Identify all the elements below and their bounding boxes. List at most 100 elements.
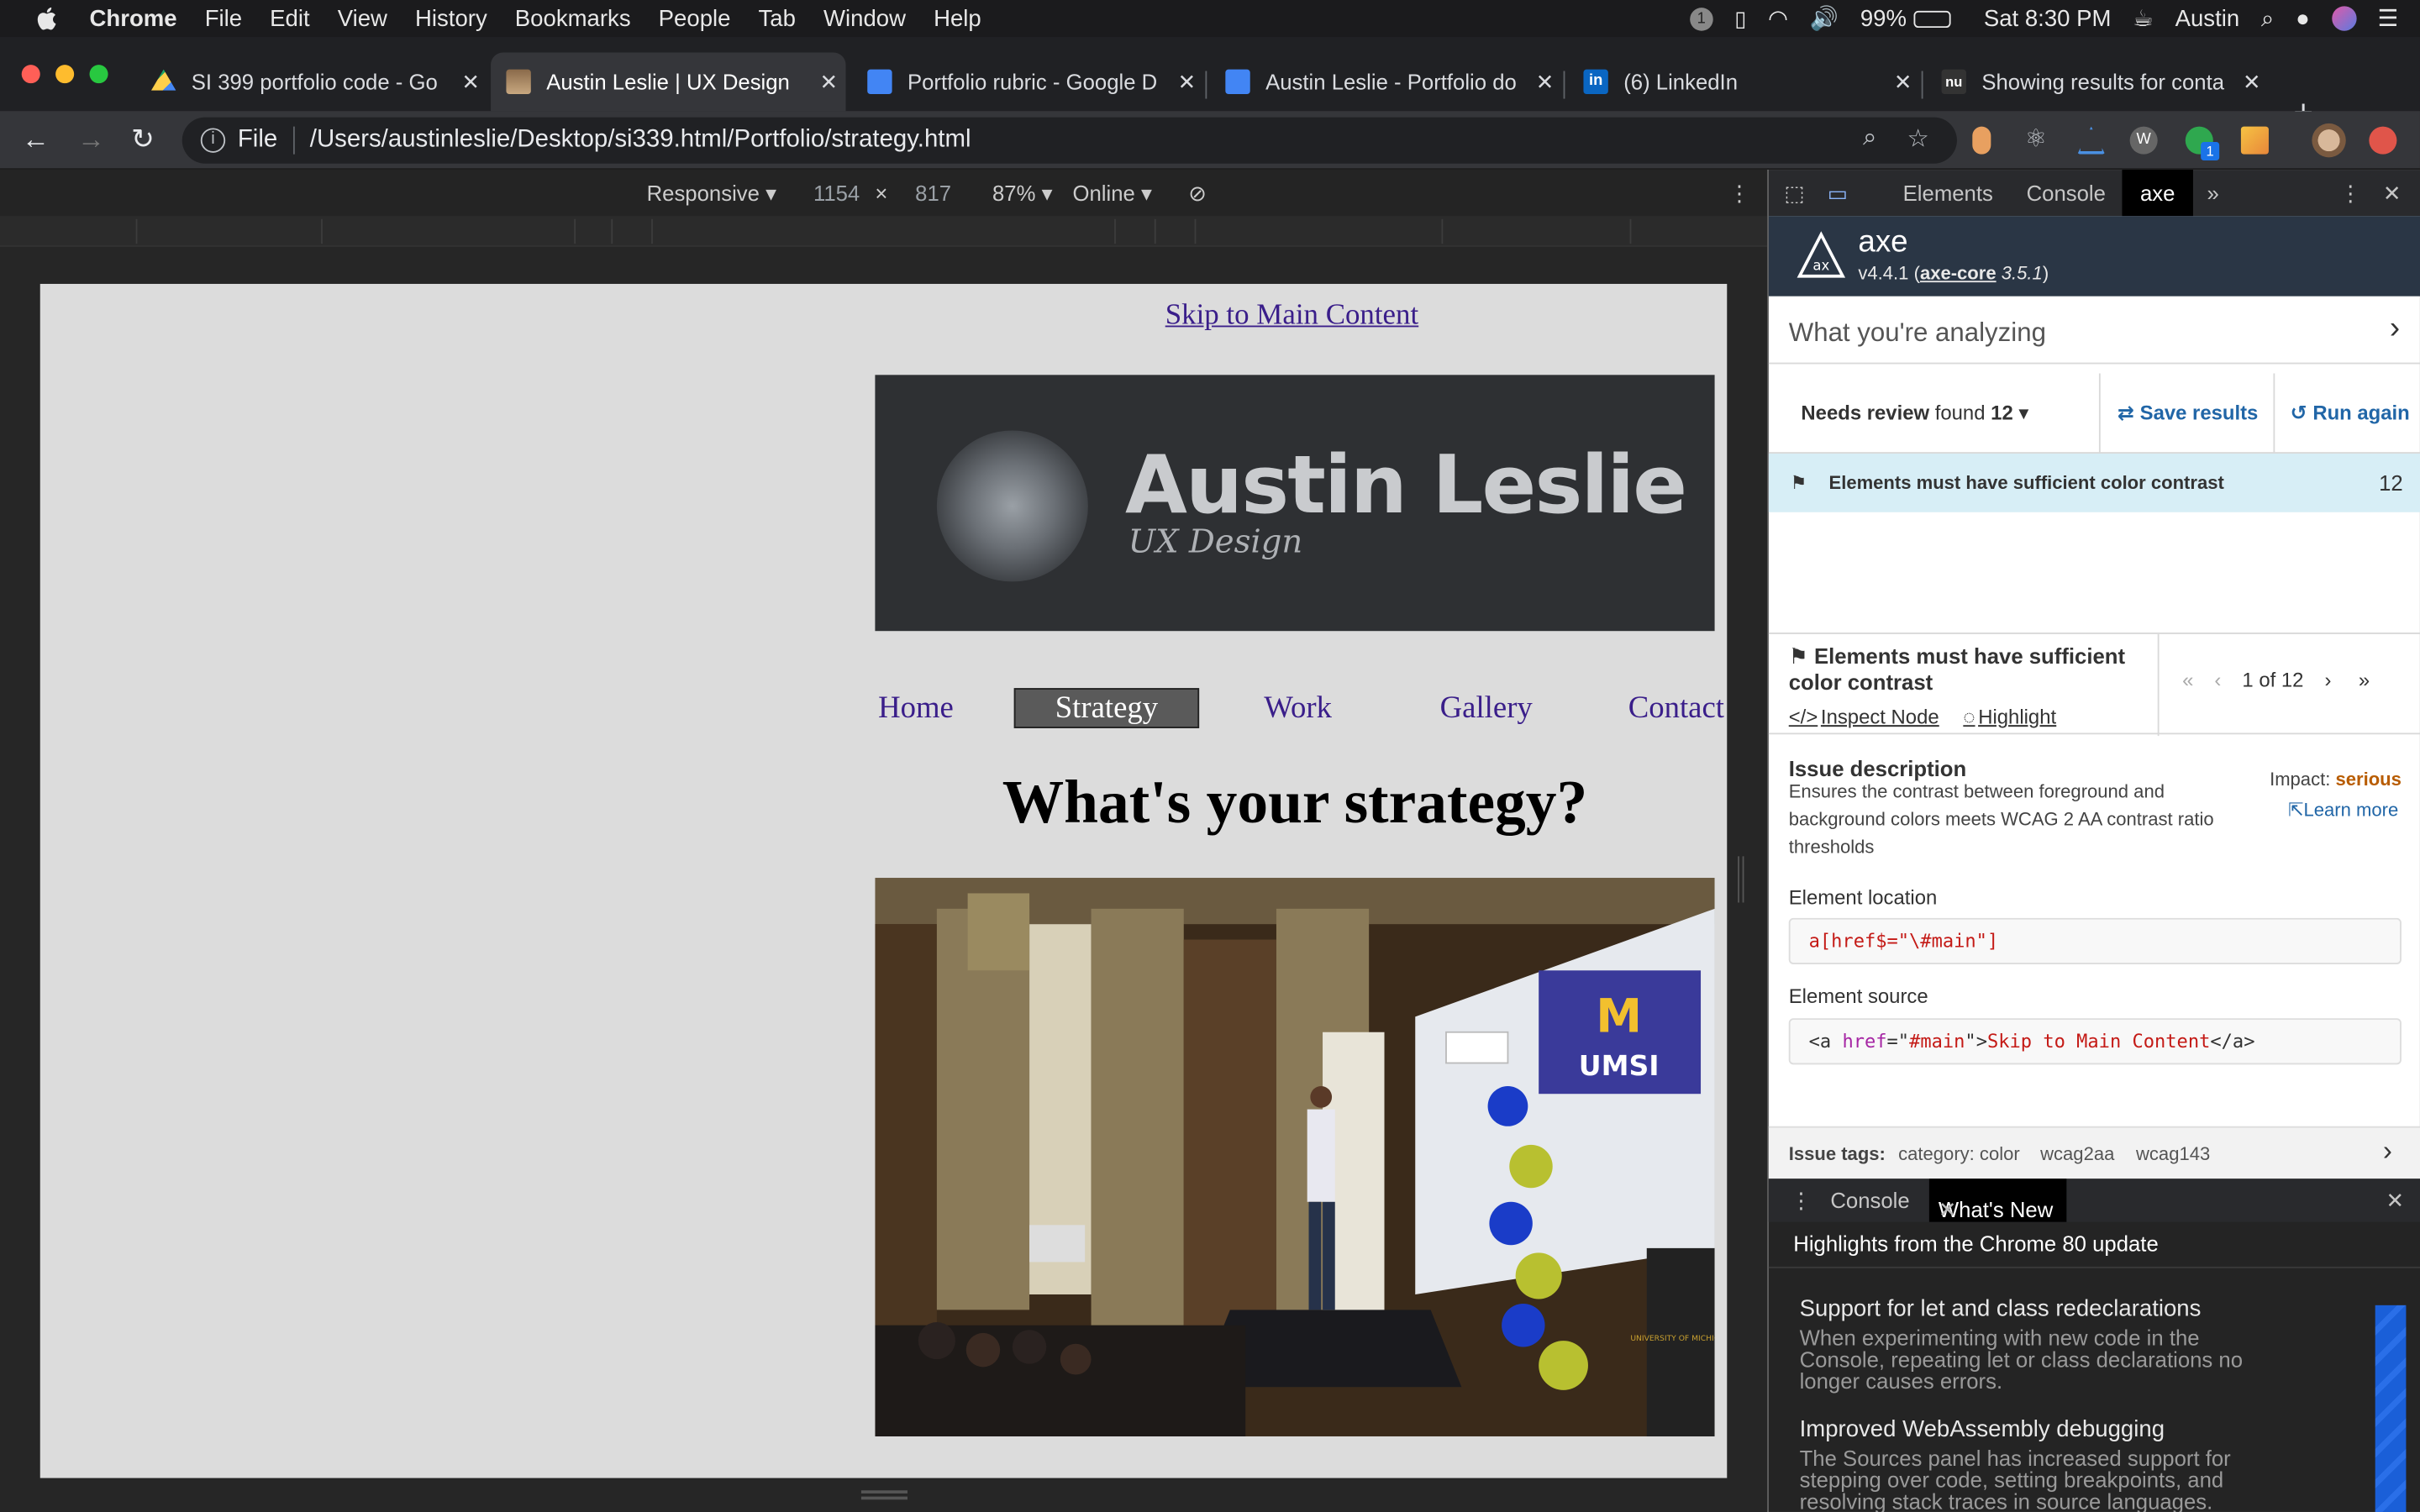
close-tab-icon[interactable]: ✕ xyxy=(1170,69,1203,95)
info-icon[interactable]: i xyxy=(200,128,226,153)
viewport-width-input[interactable]: 1154 xyxy=(813,181,860,205)
menu-view[interactable]: View xyxy=(338,5,387,31)
extension-1-icon[interactable] xyxy=(1972,126,1991,155)
more-tabs-icon[interactable]: » xyxy=(2207,181,2218,205)
dot-icon[interactable]: ● xyxy=(2296,5,2310,31)
menu-tab[interactable]: Tab xyxy=(759,5,796,31)
element-location-code[interactable]: a[href$="\#main"] xyxy=(1788,917,2402,964)
network-throttle-select[interactable]: Online ▾ xyxy=(1073,181,1152,207)
viewport-resize-handle[interactable] xyxy=(860,1490,908,1500)
user-name[interactable]: Austin xyxy=(2175,5,2240,31)
issue-tags-row[interactable]: Issue tags: category: color wcag2aa wcag… xyxy=(1768,1126,2420,1179)
menu-history[interactable]: History xyxy=(415,5,487,31)
axe-core-link[interactable]: axe-core xyxy=(1920,262,1996,284)
reload-icon[interactable]: ↻ xyxy=(131,123,155,156)
tab-portfolio-doc[interactable]: Austin Leslie - Portfolio do ✕ xyxy=(1210,52,1562,111)
drawer-tab-console[interactable]: Console xyxy=(1830,1188,1909,1212)
control-center-icon[interactable]: ☰ xyxy=(2378,5,2399,32)
close-tab-icon[interactable]: ✕ xyxy=(1528,69,1561,95)
wifi-icon[interactable]: ◠ xyxy=(1768,5,1788,32)
next-page-icon[interactable]: › xyxy=(2324,668,2331,691)
zoom-window-button[interactable] xyxy=(89,65,108,84)
first-page-icon[interactable]: « xyxy=(2182,668,2193,691)
menu-file[interactable]: File xyxy=(205,5,242,31)
close-tab-icon[interactable]: ✕ xyxy=(1886,69,1919,95)
spotlight-search-icon[interactable]: ⌕ xyxy=(2261,5,2274,31)
whats-new-item[interactable]: Support for let and class redeclarations… xyxy=(1800,1296,2263,1392)
drawer-menu-icon[interactable]: ⋮ xyxy=(1791,1188,1812,1214)
volume-icon[interactable]: 🔊 xyxy=(1810,5,1839,32)
forward-icon[interactable]: → xyxy=(77,123,105,156)
device-toggle-icon[interactable]: ▭ xyxy=(1828,181,1848,207)
drawer-close-icon[interactable]: ✕ xyxy=(2386,1188,2405,1214)
apple-icon[interactable] xyxy=(34,5,61,33)
menu-edit[interactable]: Edit xyxy=(270,5,309,31)
url-text[interactable]: /Users/austinleslie/Desktop/si339.html/P… xyxy=(310,127,971,155)
devtools-menu-icon[interactable]: ⋮ xyxy=(2339,181,2361,207)
zoom-icon[interactable]: ⌕ xyxy=(1863,125,1876,153)
tab-linkedin[interactable]: in (6) LinkedIn ✕ xyxy=(1568,52,1920,111)
address-bar[interactable]: i File /Users/austinleslie/Desktop/si339… xyxy=(182,117,1957,164)
inspect-element-icon[interactable]: ⬚ xyxy=(1784,181,1804,207)
profile-avatar[interactable] xyxy=(2312,123,2346,158)
notification-badge-icon[interactable]: 1 xyxy=(1689,7,1713,30)
back-icon[interactable]: ← xyxy=(22,123,50,156)
close-tab-icon[interactable]: ✕ xyxy=(2235,69,2269,95)
nav-home[interactable]: Home xyxy=(878,691,954,727)
element-source-code[interactable]: <a href="#main">Skip to Main Content</a> xyxy=(1788,1018,2402,1065)
clock[interactable]: Sat 8:30 PM xyxy=(1984,5,2112,31)
close-window-button[interactable] xyxy=(21,65,40,84)
device-more-icon[interactable]: ⋮ xyxy=(1728,181,1750,207)
whats-new-item[interactable]: Improved WebAssembly debugging The Sourc… xyxy=(1800,1416,2263,1512)
nav-work[interactable]: Work xyxy=(1264,691,1332,727)
save-results-button[interactable]: ⇄ Save results xyxy=(2118,402,2258,426)
device-mode-select[interactable]: Responsive ▾ xyxy=(647,181,776,207)
viewport-width-handle[interactable] xyxy=(1738,856,1744,903)
menu-people[interactable]: People xyxy=(659,5,731,31)
prev-page-icon[interactable]: ‹ xyxy=(2214,668,2221,691)
skip-to-main-link[interactable]: Skip to Main Content xyxy=(1165,299,1419,333)
viewport-height-input[interactable]: 817 xyxy=(915,181,951,205)
inspect-node-link[interactable]: </> Inspect Node xyxy=(1789,705,1939,728)
photo-extension-icon[interactable] xyxy=(2240,126,2269,155)
tab-showing-results[interactable]: nu Showing results for conta ✕ xyxy=(1926,52,2269,111)
update-icon[interactable] xyxy=(2369,126,2397,155)
zoom-select[interactable]: 87% ▾ xyxy=(992,181,1053,207)
battery-percent[interactable]: 99% xyxy=(1860,5,1907,31)
teapot-icon[interactable]: ☕ xyxy=(2133,5,2154,32)
drawer-tab-whats-new[interactable]: What's New ✕ xyxy=(1928,1179,2067,1222)
devtools-close-icon[interactable]: ✕ xyxy=(2383,181,2402,207)
menu-window[interactable]: Window xyxy=(823,5,906,31)
learn-more-link[interactable]: ⇱Learn more xyxy=(2288,799,2398,821)
close-tab-icon[interactable]: ✕ xyxy=(454,69,487,95)
tab-axe[interactable]: axe xyxy=(2122,170,2193,217)
what-youre-analyzing-row[interactable]: What you're analyzing › xyxy=(1768,297,2420,365)
issue-list-item[interactable]: ⚑ Elements must have sufficient color co… xyxy=(1768,453,2420,512)
extension-badge-icon[interactable]: 1 xyxy=(2201,141,2220,161)
rotate-icon[interactable]: ⊘ xyxy=(1188,181,1207,207)
nav-contact[interactable]: Contact xyxy=(1628,691,1724,727)
nav-strategy[interactable]: Strategy xyxy=(1013,688,1200,728)
media-query-ruler[interactable] xyxy=(0,216,1768,247)
tab-portfolio-rubric[interactable]: Portfolio rubric - Google D ✕ xyxy=(852,52,1204,111)
nav-gallery[interactable]: Gallery xyxy=(1440,691,1533,727)
siri-icon[interactable] xyxy=(2331,6,2356,31)
bookmark-star-icon[interactable]: ☆ xyxy=(1907,123,1929,155)
needs-review-dropdown[interactable]: Needs review found 12 ▾ xyxy=(1801,402,2028,426)
menu-help[interactable]: Help xyxy=(934,5,981,31)
mirroring-icon[interactable]: ▯ xyxy=(1734,5,1746,31)
w-extension-icon[interactable]: W xyxy=(2129,126,2158,155)
battery-icon[interactable] xyxy=(1914,9,1952,28)
minimize-window-button[interactable] xyxy=(55,65,75,84)
tab-austin-leslie-ux[interactable]: Austin Leslie | UX Design ✕ xyxy=(491,52,846,112)
tab-si399-code[interactable]: SI 399 portfolio code - Go ✕ xyxy=(136,52,488,111)
tab-elements[interactable]: Elements xyxy=(1903,181,1993,205)
close-tab-icon[interactable]: ✕ xyxy=(812,69,845,95)
menu-bookmarks[interactable]: Bookmarks xyxy=(515,5,631,31)
run-again-button[interactable]: ↺ Run again xyxy=(2291,402,2410,426)
last-page-icon[interactable]: » xyxy=(2359,668,2370,691)
tab-console[interactable]: Console xyxy=(2027,181,2106,205)
highlight-link[interactable]: ◌ Highlight xyxy=(1963,705,2056,728)
menu-app-chrome[interactable]: Chrome xyxy=(90,5,177,31)
react-devtools-icon[interactable]: ⚛ xyxy=(2025,123,2053,153)
